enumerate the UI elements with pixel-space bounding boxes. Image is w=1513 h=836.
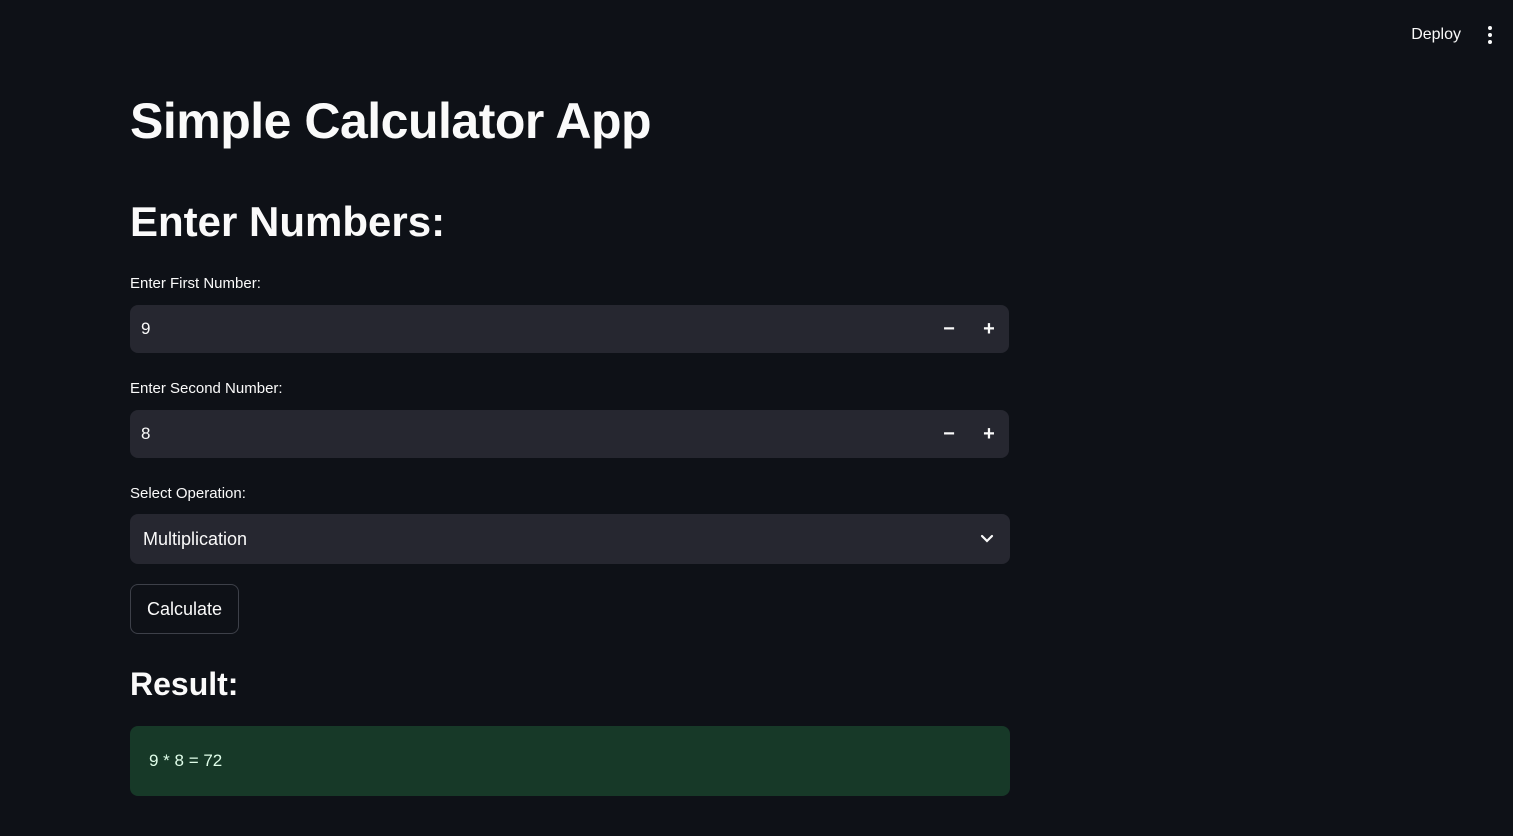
result-success-box: 9 * 8 = 72	[130, 726, 1010, 796]
first-number-value[interactable]: 9	[130, 319, 929, 339]
operation-select[interactable]: Multiplication	[130, 514, 1010, 564]
top-toolbar: Deploy	[1411, 0, 1513, 70]
decrement-first-button[interactable]: −	[929, 305, 969, 353]
section-heading: Enter Numbers:	[130, 198, 446, 245]
increment-second-button[interactable]: +	[969, 410, 1009, 458]
result-text: 9 * 8 = 72	[149, 751, 223, 770]
second-number-value[interactable]: 8	[130, 424, 929, 444]
page-title: Simple Calculator App	[130, 93, 652, 149]
operation-label: Select Operation:	[130, 485, 246, 502]
increment-first-button[interactable]: +	[969, 305, 1009, 353]
calculate-button[interactable]: Calculate	[130, 584, 239, 634]
first-number-input[interactable]: 9 − +	[130, 305, 1009, 353]
second-number-label: Enter Second Number:	[130, 380, 283, 397]
first-number-label: Enter First Number:	[130, 275, 261, 292]
result-heading: Result:	[130, 666, 239, 702]
operation-selected-value: Multiplication	[143, 528, 248, 549]
more-options-icon[interactable]	[1485, 26, 1495, 44]
decrement-second-button[interactable]: −	[929, 410, 969, 458]
deploy-button[interactable]: Deploy	[1411, 26, 1461, 44]
second-number-input[interactable]: 8 − +	[130, 410, 1009, 458]
chevron-down-icon	[980, 534, 994, 543]
